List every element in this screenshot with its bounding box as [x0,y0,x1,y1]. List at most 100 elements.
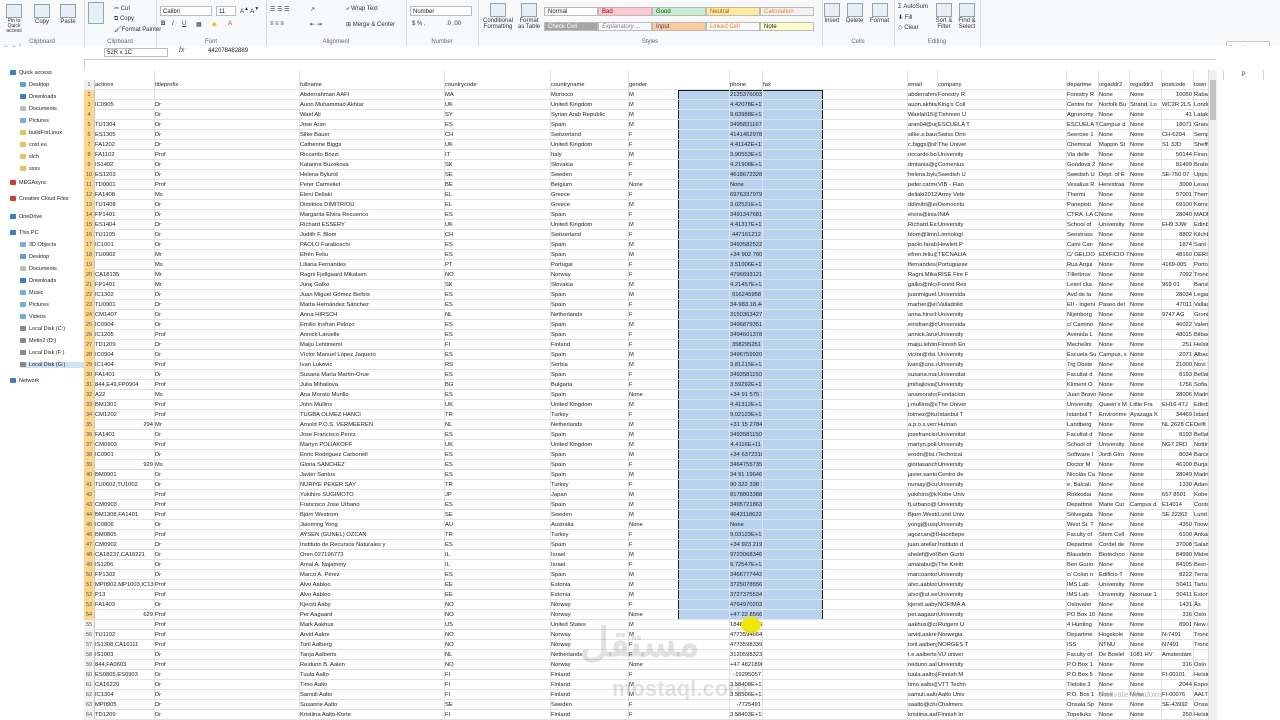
table-cell[interactable]: 4350 [1161,520,1193,530]
table-cell[interactable]: TU1408 [94,200,154,210]
table-cell[interactable]: Nottingham [1193,440,1208,450]
table-cell[interactable]: A22 [94,390,154,400]
table-cell[interactable]: None [1098,230,1129,240]
table-cell[interactable]: Ms [154,260,299,270]
table-cell[interactable]: Jose Francisco Perez [299,430,444,440]
nav-item[interactable]: Videos [20,314,46,320]
table-cell[interactable]: Dr [154,430,299,440]
grow-font-button[interactable]: A▲ A▼ [240,6,259,15]
table-cell[interactable]: FA1408 [94,190,154,200]
table-cell[interactable]: Alvo Aabloo [299,590,444,600]
table-cell[interactable]: Dr [154,710,299,720]
table-cell[interactable] [762,90,907,100]
table-cell[interactable] [762,490,907,500]
table-cell[interactable]: Spain [550,390,628,400]
table-cell[interactable]: Jose Aran [299,120,444,130]
table-cell[interactable]: IC0904 [94,320,154,330]
table-cell[interactable]: Catherine Biggs [299,140,444,150]
table-cell[interactable]: AALTO [1193,690,1208,700]
table-cell[interactable]: None [1129,600,1161,610]
table-cell[interactable] [762,460,907,470]
table-cell[interactable]: BM1301 [94,400,154,410]
style-good[interactable]: Good [652,7,706,16]
table-cell[interactable]: Seerose 1 [1066,130,1098,140]
table-cell[interactable]: 1874 [1161,240,1193,250]
table-cell[interactable]: Norfolk Bu [1098,100,1129,110]
table-cell[interactable]: ESCUELA T [1066,120,1098,130]
table-cell[interactable]: M [628,350,729,360]
table-cell[interactable]: 6976337979 [729,190,762,200]
table-cell[interactable]: Edinburgh [1193,220,1208,230]
table-cell[interactable]: 4643118622 [729,510,762,520]
table-cell[interactable]: Ms [154,460,299,470]
table-cell[interactable] [762,340,907,350]
table-cell[interactable]: ES1203 [94,170,154,180]
table-cell[interactable]: Timo Aalto [299,680,444,690]
table-cell[interactable]: M [628,240,729,250]
table-cell[interactable]: UK [444,140,550,150]
table-cell[interactable]: Efrén Feliu [299,250,444,260]
table-cell[interactable]: 28006 [1161,390,1193,400]
table-cell[interactable]: EE [444,590,550,600]
nav-item[interactable]: cost.eu [20,142,47,148]
table-cell[interactable]: fj.urbano@uco.es [907,500,937,510]
table-cell[interactable]: Technical [937,450,1066,460]
table-cell[interactable]: Serbia [550,360,628,370]
table-cell[interactable] [762,230,907,240]
style-note[interactable]: Note [760,22,814,31]
table-cell[interactable]: Spain [550,240,628,250]
table-cell[interactable]: j.mullins@ed.ac.uk [907,400,937,410]
cut-button[interactable]: ✂ Cut [114,5,130,12]
style-normal[interactable]: Normal [544,7,598,16]
table-cell[interactable]: 6100 [1161,530,1193,540]
table-cell[interactable]: 8193 [1161,430,1193,440]
table-cell[interactable]: University [937,310,1066,320]
table-cell[interactable]: NTNU [1098,640,1129,650]
table-cell[interactable]: None [1129,90,1161,100]
table-cell[interactable]: Syrian Arab Republic [550,110,628,120]
table-cell[interactable]: Dr [154,110,299,120]
table-cell[interactable]: Dr [154,700,299,710]
table-cell[interactable]: CM0902 [94,540,154,550]
table-cell[interactable]: Helsinki [1193,340,1208,350]
table-cell[interactable]: None [1129,640,1161,650]
table-cell[interactable]: juanmiguel.gomez@uc3m.es [907,290,937,300]
table-cell[interactable]: ivan@uns.ac.rs [907,360,937,370]
table-cell[interactable]: Estonia [550,590,628,600]
table-cell[interactable]: None [1098,280,1129,290]
table-cell[interactable]: 34-983.18.44.29 [729,300,762,310]
table-cell[interactable]: Per Aagaard [299,610,444,620]
table-cell[interactable]: Avd de la [1066,290,1098,300]
table-cell[interactable] [762,560,907,570]
table-cell[interactable]: Spain [550,330,628,340]
table-cell[interactable]: Switzerland [550,130,628,140]
table-cell[interactable]: Dr [154,230,299,240]
table-cell[interactable]: alvo.aabloo@ut.ee [907,580,937,590]
table-cell[interactable]: ES [444,370,550,380]
wrap-text-button[interactable]: ⤶ Wrap Text [346,6,378,13]
table-cell[interactable]: The Univer [937,140,1066,150]
table-cell[interactable]: 844,FA0603 [94,660,154,670]
table-cell[interactable]: SE [444,510,550,520]
table-cell[interactable]: Belgium [550,180,628,190]
table-cell[interactable]: FA1401 [94,430,154,440]
table-cell[interactable]: Forestry R [937,90,1066,100]
table-cell[interactable]: None [1129,660,1161,670]
table-cell[interactable]: None [1129,420,1161,430]
table-cell[interactable]: NOFIMA A [937,600,1066,610]
table-cell[interactable] [762,190,907,200]
style-check-cell[interactable]: Check Cell [544,22,598,31]
table-cell[interactable]: amalabu@gmail.com [907,560,937,570]
table-cell[interactable]: ES1404 [94,220,154,230]
table-cell[interactable] [762,680,907,690]
table-cell[interactable]: Greece [550,190,628,200]
table-cell[interactable]: Lund [1193,510,1208,520]
table-cell[interactable]: Dr [154,240,299,250]
table-cell[interactable]: Spain [550,430,628,440]
table-cell[interactable]: Salamanca [1193,540,1208,550]
table-cell[interactable]: None [1098,270,1129,280]
table-cell[interactable]: CM1202 [94,410,154,420]
table-cell[interactable]: INIA [937,210,1066,220]
table-cell[interactable]: agozcan@hacettepe.edu.tr [907,530,937,540]
table-cell[interactable]: 28040 [1161,210,1193,220]
